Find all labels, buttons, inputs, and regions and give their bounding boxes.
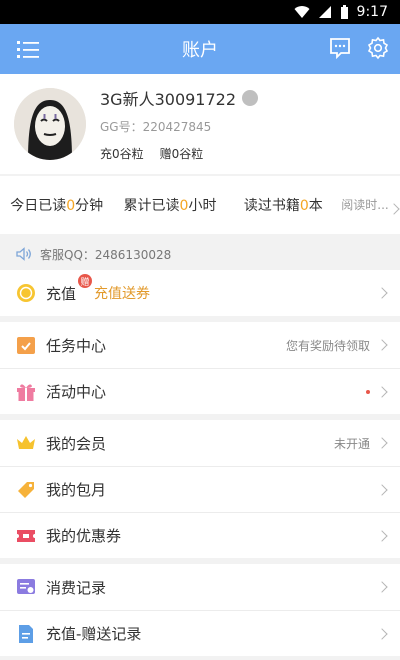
avatar[interactable] <box>14 88 86 160</box>
chevron-right-icon <box>376 483 388 496</box>
vip-status: 未开通 <box>333 436 370 451</box>
gift-coins: 赠0谷粒 <box>159 147 204 161</box>
username: 3G新人30091722 <box>100 90 237 109</box>
menu-vip[interactable]: 我的会员 未开通 <box>0 420 400 466</box>
ticket-icon <box>16 526 36 546</box>
calendar-check-icon <box>16 335 36 355</box>
group-records: 消费记录 充值-赠送记录 <box>0 564 400 656</box>
menu-recharge-log[interactable]: 充值-赠送记录 <box>0 610 400 656</box>
chevron-right-icon <box>376 385 388 398</box>
chevron-right-icon <box>376 339 388 351</box>
battery-icon <box>340 5 348 19</box>
menu-monthly[interactable]: 我的包月 <box>0 466 400 512</box>
reading-stats[interactable]: 今日已读0分钟 累计已读0小时 读过书籍0本 阅读时... <box>0 176 400 234</box>
chevron-right-icon <box>388 203 400 215</box>
app-header: 账户 <box>0 24 400 74</box>
verified-badge-icon <box>242 90 259 106</box>
gear-icon[interactable] <box>366 36 390 60</box>
chevron-right-icon <box>376 437 388 449</box>
reading-time-more[interactable]: 阅读时... <box>340 198 400 215</box>
menu-recharge[interactable]: 充值 赠 充值送券 <box>0 270 400 316</box>
tag-icon <box>16 480 36 500</box>
stat-total: 累计已读0小时 <box>123 198 217 214</box>
speaker-icon <box>16 247 31 261</box>
group-membership: 我的会员 未开通 我的包月 我的优惠券 <box>0 420 400 558</box>
group-recharge: 充值 赠 充值送券 <box>0 270 400 316</box>
chevron-right-icon <box>376 581 388 593</box>
chevron-right-icon <box>376 627 388 640</box>
wifi-icon <box>294 6 310 19</box>
stat-today: 今日已读0分钟 <box>10 198 104 214</box>
recharge-promo: 充值送券 <box>94 286 151 302</box>
gg-id: GG号：220427845 <box>100 120 212 134</box>
signal-icon <box>318 6 331 18</box>
menu-consume[interactable]: 消费记录 <box>0 564 400 610</box>
clock: 9:17 <box>356 4 388 20</box>
gift-badge: 赠 <box>78 274 92 288</box>
menu-activity[interactable]: 活动中心 <box>0 368 400 414</box>
document-icon <box>16 624 36 644</box>
chevron-right-icon <box>376 287 388 299</box>
service-qq: 客服QQ：2486130028 <box>40 247 172 262</box>
chevron-right-icon <box>376 529 388 542</box>
crown-icon <box>16 433 36 453</box>
group-tasks: 任务中心 您有奖励待领取 活动中心 <box>0 322 400 414</box>
coin-icon <box>16 283 36 303</box>
gift-icon <box>16 382 36 402</box>
menu-tasks[interactable]: 任务中心 您有奖励待领取 <box>0 322 400 368</box>
menu-coupon[interactable]: 我的优惠券 <box>0 512 400 558</box>
tasks-hint: 您有奖励待领取 <box>285 338 370 353</box>
customer-service: 客服QQ：2486130028 <box>0 238 400 270</box>
charged-coins: 充0谷粒 <box>100 147 144 161</box>
receipt-icon <box>16 577 36 597</box>
stat-books: 读过书籍0本 <box>243 198 323 214</box>
new-dot <box>366 389 370 394</box>
message-icon[interactable] <box>328 36 352 60</box>
profile-card[interactable]: 3G新人30091722 GG号：220427845 充0谷粒 赠0谷粒 <box>0 74 400 174</box>
status-bar: 9:17 <box>0 0 400 24</box>
